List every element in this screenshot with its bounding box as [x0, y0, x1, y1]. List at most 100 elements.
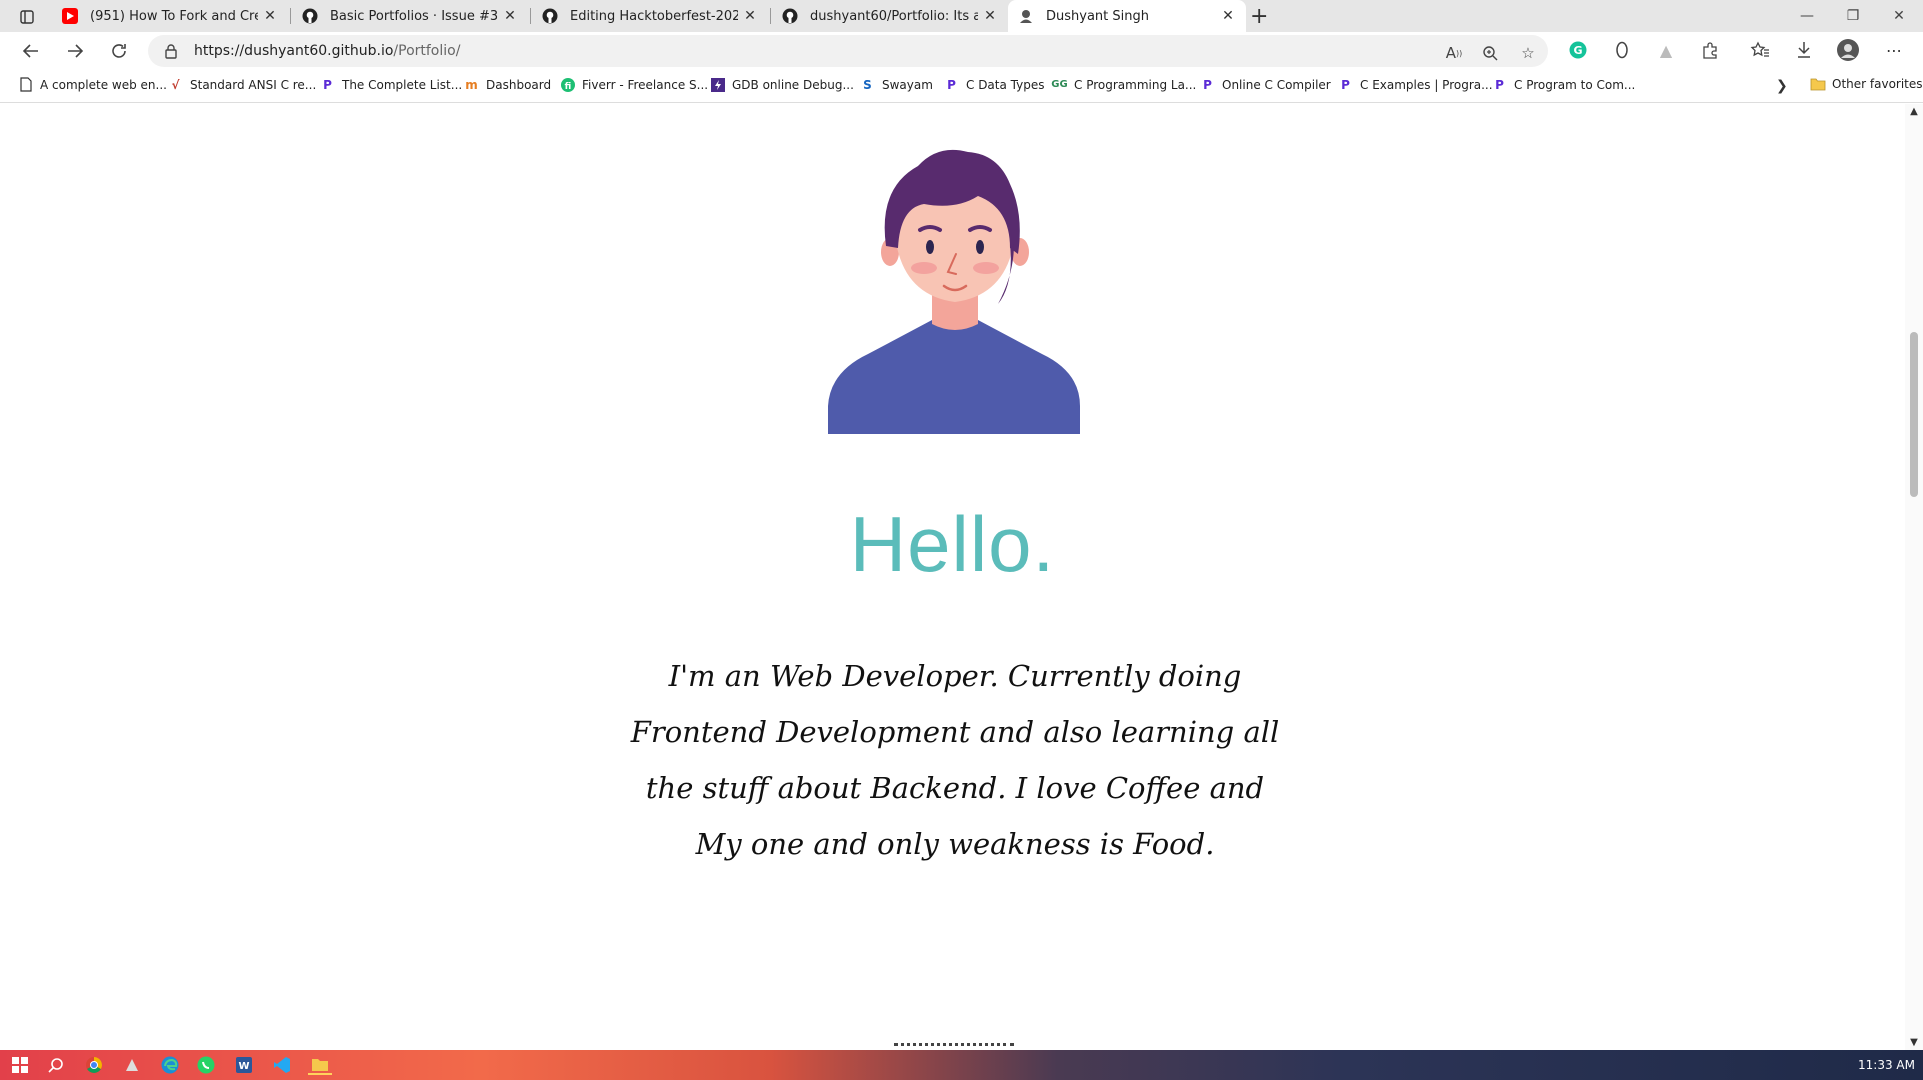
bookmark-item[interactable]: P C Program to Com...	[1492, 77, 1635, 92]
page-scrollbar[interactable]: ▲ ▼	[1905, 104, 1923, 1050]
close-tab-icon[interactable]: ✕	[502, 8, 518, 24]
close-window-button[interactable]: ✕	[1876, 0, 1922, 32]
profile-avatar[interactable]	[1836, 38, 1860, 62]
bookmark-label: Fiverr - Freelance S...	[582, 77, 709, 92]
tab-title: Editing Hacktoberfest-2022/REA	[570, 8, 738, 24]
lock-icon[interactable]	[164, 43, 180, 59]
bookmarks-bar: A complete web en... √ Standard ANSI C r…	[0, 70, 1923, 103]
close-tab-icon[interactable]: ✕	[262, 8, 278, 24]
minimize-button[interactable]: —	[1784, 0, 1830, 32]
zoom-icon[interactable]	[1480, 43, 1500, 63]
bio-paragraph: I'm an Web Developer. Currently doing Fr…	[630, 659, 1280, 861]
bookmark-item[interactable]: P C Data Types	[944, 77, 1044, 92]
scroll-down-arrow-icon[interactable]: ▼	[1905, 1037, 1923, 1048]
tab-portfolio[interactable]: Dushyant Singh ✕	[1008, 0, 1246, 32]
grammarly-icon[interactable]: G	[1566, 38, 1590, 62]
vscode-icon[interactable]	[272, 1055, 292, 1075]
windows-taskbar: W 11:33 AM	[0, 1050, 1923, 1080]
bookmark-item[interactable]: S Swayam	[860, 77, 933, 92]
address-bar[interactable]: https://dushyant60.github.io/Portfolio/ …	[148, 35, 1548, 67]
bookmark-item[interactable]: m Dashboard	[464, 77, 551, 92]
add-favorite-icon[interactable]: ☆	[1518, 43, 1538, 63]
restore-button[interactable]: ❐	[1830, 0, 1876, 32]
bookmark-label: C Program to Com...	[1514, 77, 1636, 92]
page-icon	[18, 77, 33, 92]
url-text: https://dushyant60.github.io/Portfolio/	[194, 43, 460, 59]
github-icon	[542, 8, 558, 24]
programiz-icon: P	[323, 77, 332, 92]
scroll-indicator	[894, 1040, 1014, 1046]
edge-icon[interactable]	[160, 1055, 180, 1075]
svg-text:fi: fi	[564, 82, 571, 92]
bookmark-label: C Examples | Progra...	[1360, 77, 1493, 92]
tab-title: (951) How To Fork and Create Pu	[90, 8, 258, 24]
ansi-icon: √	[171, 77, 180, 92]
file-explorer-icon[interactable]	[308, 1055, 332, 1075]
whatsapp-icon[interactable]	[196, 1055, 216, 1075]
tab-title: Basic Portfolios · Issue #3 · kishan	[330, 8, 498, 24]
bookmark-item[interactable]: P The Complete List...	[320, 77, 462, 92]
bookmark-item[interactable]: √ Standard ANSI C re...	[168, 77, 316, 92]
bookmark-item[interactable]: P Online C Compiler	[1200, 77, 1331, 92]
app-icon[interactable]	[122, 1055, 142, 1075]
github-icon	[302, 8, 318, 24]
more-menu-icon[interactable]: ⋯	[1882, 38, 1906, 62]
svg-text:W: W	[238, 1061, 249, 1072]
url-host: https://dushyant60.github.io	[194, 43, 394, 59]
tab-issue[interactable]: Basic Portfolios · Issue #3 · kishan ✕	[292, 0, 528, 32]
read-aloud-icon[interactable]: A))	[1444, 43, 1464, 63]
other-favorites-label: Other favorites	[1832, 77, 1923, 91]
reload-button[interactable]	[104, 37, 134, 65]
search-icon[interactable]	[46, 1055, 66, 1075]
github-icon	[782, 8, 798, 24]
tab-actions-icon[interactable]	[12, 6, 42, 28]
tab-youtube[interactable]: (951) How To Fork and Create Pu ✕	[52, 0, 288, 32]
tab-editing[interactable]: Editing Hacktoberfest-2022/REA ✕	[532, 0, 768, 32]
folder-icon	[1810, 77, 1826, 91]
tab-title: Dushyant Singh	[1046, 8, 1149, 24]
extension-o-icon[interactable]	[1610, 38, 1634, 62]
bookmark-label: GDB online Debug...	[732, 77, 854, 92]
tab-strip: (951) How To Fork and Create Pu ✕ Basic …	[0, 0, 1923, 32]
gfg-icon: GG	[1051, 79, 1068, 90]
close-tab-icon[interactable]: ✕	[982, 8, 998, 24]
word-icon[interactable]: W	[234, 1055, 254, 1075]
windows-start-icon[interactable]	[10, 1055, 30, 1075]
taskbar-clock[interactable]: 11:33 AM	[1858, 1058, 1915, 1072]
youtube-icon	[62, 8, 78, 24]
bookmark-item[interactable]: A complete web en...	[18, 77, 167, 92]
bookmark-item[interactable]: GDB online Debug...	[710, 77, 854, 92]
programiz-icon: P	[1341, 77, 1350, 92]
forward-button[interactable]	[60, 37, 90, 65]
chrome-icon[interactable]	[84, 1055, 104, 1075]
scroll-up-arrow-icon[interactable]: ▲	[1905, 106, 1923, 117]
close-tab-icon[interactable]: ✕	[742, 8, 758, 24]
programiz-icon: P	[1203, 77, 1212, 92]
dashboard-icon: m	[465, 77, 478, 92]
other-favorites-folder[interactable]: Other favorites	[1810, 77, 1923, 91]
extensions-icon[interactable]	[1698, 38, 1722, 62]
bookmark-item[interactable]: fi Fiverr - Freelance S...	[560, 77, 708, 92]
portfolio-icon	[1018, 8, 1034, 24]
close-tab-icon[interactable]: ✕	[1220, 8, 1236, 24]
bookmark-label: C Programming La...	[1074, 77, 1197, 92]
scroll-thumb[interactable]	[1910, 332, 1918, 497]
chevron-right-icon[interactable]: ❯	[1776, 78, 1788, 94]
fiverr-icon: fi	[560, 77, 575, 92]
bookmark-label: Dashboard	[486, 77, 552, 92]
extension-a-icon[interactable]: ▲	[1654, 38, 1678, 62]
bookmark-label: A complete web en...	[40, 77, 167, 92]
tab-repo[interactable]: dushyant60/Portfolio: Its an basic ✕	[772, 0, 1008, 32]
bookmark-item[interactable]: P C Examples | Progra...	[1338, 77, 1493, 92]
gdb-icon	[710, 77, 725, 92]
swayam-icon: S	[863, 77, 872, 92]
bookmark-label: Swayam	[882, 77, 933, 92]
favorites-icon[interactable]	[1748, 38, 1772, 62]
tab-title: dushyant60/Portfolio: Its an basic	[810, 8, 978, 24]
programiz-icon: P	[947, 77, 956, 92]
back-button[interactable]	[16, 37, 46, 65]
new-tab-button[interactable]: +	[1250, 4, 1268, 29]
downloads-icon[interactable]	[1792, 38, 1816, 62]
bookmark-item[interactable]: GG C Programming La...	[1051, 77, 1197, 92]
bookmark-label: Standard ANSI C re...	[190, 77, 317, 92]
